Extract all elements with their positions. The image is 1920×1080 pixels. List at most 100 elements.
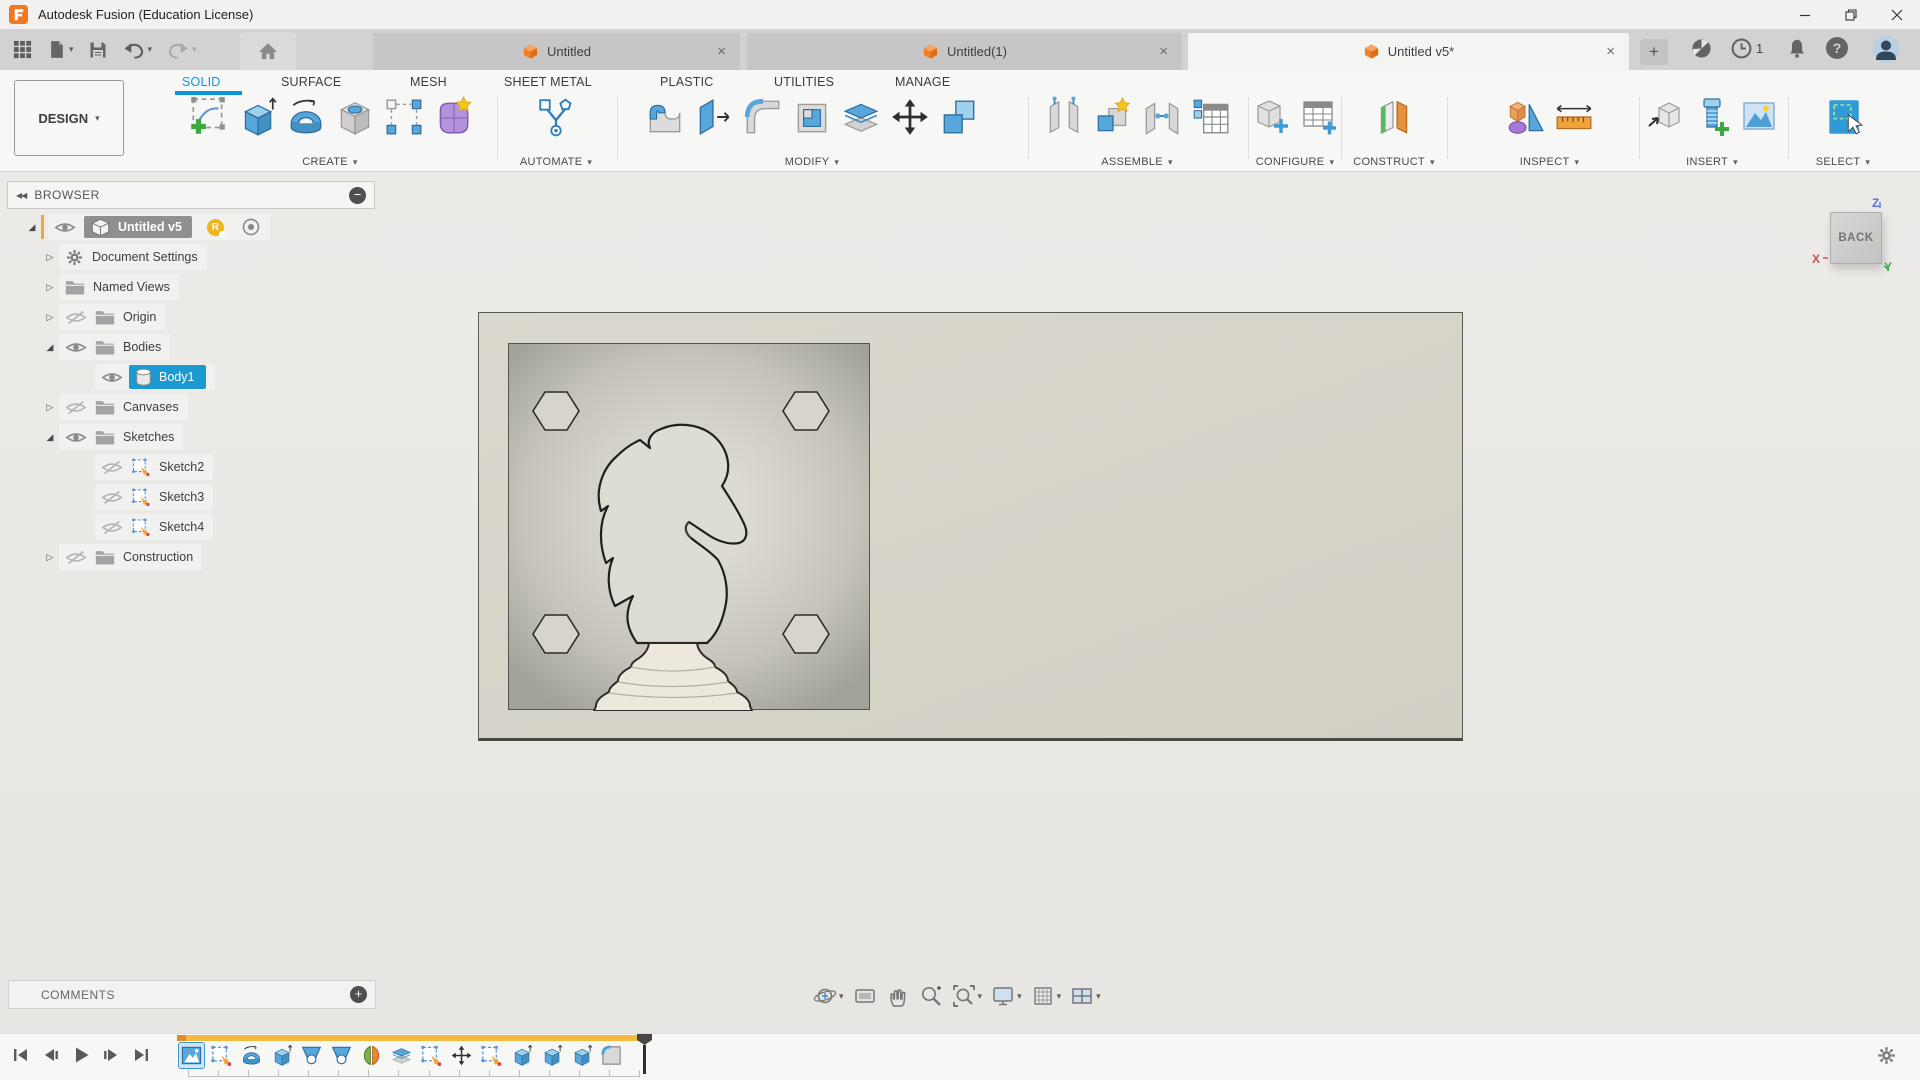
expand-icon[interactable]: ▷ <box>41 402 59 413</box>
create-sketch-button[interactable] <box>186 95 230 139</box>
timeline-feature-mirror[interactable] <box>359 1043 384 1068</box>
inspect-dropdown[interactable]: INSPECT▾ <box>1520 156 1580 168</box>
ribbon-tab-manage[interactable]: MANAGE <box>895 75 950 89</box>
new-component-button[interactable] <box>1091 95 1135 139</box>
timeline-feature-loft[interactable] <box>329 1043 354 1068</box>
insert-dropdown[interactable]: INSERT▾ <box>1686 156 1738 168</box>
view-cube[interactable]: BACK Z X Y <box>1816 196 1916 292</box>
create-form-button[interactable] <box>431 95 475 139</box>
expand-icon[interactable]: ◢ <box>41 342 59 353</box>
visibility-off-eye-icon[interactable] <box>101 520 123 535</box>
tree-row-body1[interactable]: Body1 <box>7 362 375 392</box>
select-dropdown[interactable]: SELECT▾ <box>1816 156 1870 168</box>
display-settings-button[interactable]: ▾ <box>988 982 1025 1010</box>
app-launcher-button[interactable] <box>8 36 37 63</box>
configuration-button[interactable] <box>1251 95 1293 137</box>
zoom-button[interactable] <box>916 982 946 1010</box>
pan-button[interactable] <box>883 982 913 1010</box>
file-menu-button[interactable]: ▾ <box>43 36 78 63</box>
tree-row-canvases[interactable]: ▷ Canvases <box>7 392 375 422</box>
timeline-feature-fillet[interactable] <box>599 1043 624 1068</box>
insert-derive-button[interactable] <box>1644 95 1686 137</box>
expand-icon[interactable]: ▷ <box>41 252 59 263</box>
play-button[interactable] <box>68 1044 94 1066</box>
timeline-settings-gear[interactable] <box>1876 1045 1897 1066</box>
tree-row-bodies[interactable]: ◢ Bodies <box>7 332 375 362</box>
interference-button[interactable] <box>1552 95 1596 139</box>
visibility-eye-icon[interactable] <box>101 370 123 385</box>
comments-panel[interactable]: COMMENTS + <box>8 980 376 1009</box>
document-tab-untitled1[interactable]: Untitled(1) × <box>747 33 1182 70</box>
assemble-dropdown[interactable]: ASSEMBLE▾ <box>1101 156 1173 168</box>
modify-dropdown[interactable]: MODIFY▾ <box>785 156 839 168</box>
pattern-button[interactable] <box>382 95 426 139</box>
shell-button[interactable] <box>790 95 834 139</box>
tree-row-named-views[interactable]: ▷ Named Views <box>7 272 375 302</box>
timeline-feature-extrude[interactable] <box>539 1043 564 1068</box>
tree-row-sketches[interactable]: ◢ Sketches <box>7 422 375 452</box>
measure-button[interactable] <box>1503 95 1547 139</box>
timeline-feature-extrude[interactable] <box>569 1043 594 1068</box>
visibility-off-eye-icon[interactable] <box>65 400 87 415</box>
timeline-feature-extrude[interactable] <box>509 1043 534 1068</box>
ribbon-tab-surface[interactable]: SURFACE <box>281 75 341 89</box>
step-forward-button[interactable] <box>98 1044 124 1066</box>
ribbon-tab-mesh[interactable]: MESH <box>410 75 447 89</box>
ribbon-tab-solid[interactable]: SOLID <box>182 75 221 89</box>
minimize-button[interactable] <box>1782 0 1828 29</box>
look-at-button[interactable] <box>850 982 880 1010</box>
playhead-handle[interactable] <box>637 1034 652 1045</box>
layout-grid-button[interactable]: ▾ <box>1028 982 1065 1010</box>
expand-icon[interactable]: ▷ <box>41 282 59 293</box>
close-tab-icon[interactable]: × <box>1159 43 1168 60</box>
close-tab-icon[interactable]: × <box>1606 43 1615 60</box>
split-body-button[interactable] <box>839 95 883 139</box>
ribbon-tab-plastic[interactable]: PLASTIC <box>660 75 714 89</box>
tree-row-document-settings[interactable]: ▷ Document Settings <box>7 242 375 272</box>
press-pull-button[interactable] <box>643 95 687 139</box>
bom-button[interactable] <box>1189 95 1233 139</box>
collapse-browser-icon[interactable]: ◀◀ <box>16 191 26 200</box>
timeline-feature-move[interactable] <box>449 1043 474 1068</box>
visibility-eye-icon[interactable] <box>65 430 87 445</box>
help-button[interactable]: ? <box>1826 37 1848 59</box>
insert-canvas-button[interactable] <box>1738 95 1780 137</box>
timeline-feature-sketch[interactable] <box>419 1043 444 1068</box>
fillet-button[interactable] <box>741 95 785 139</box>
timeline-feature-split-body[interactable] <box>389 1043 414 1068</box>
tree-row-sketch3[interactable]: Sketch3 <box>7 482 375 512</box>
automate-dropdown[interactable]: AUTOMATE▾ <box>520 156 592 168</box>
tree-row-sketch4[interactable]: Sketch4 <box>7 512 375 542</box>
move-copy-button[interactable] <box>888 95 932 139</box>
redo-button[interactable]: ▾ <box>162 37 201 63</box>
root-document-chip[interactable]: Untitled v5 <box>84 216 192 238</box>
timeline-feature-canvas[interactable] <box>179 1043 204 1068</box>
save-button[interactable] <box>84 37 112 63</box>
new-tab-button[interactable]: + <box>1640 39 1668 65</box>
expand-icon[interactable]: ▷ <box>41 552 59 563</box>
visibility-off-eye-icon[interactable] <box>101 460 123 475</box>
revolve-button[interactable] <box>284 95 328 139</box>
document-tab-untitled[interactable]: Untitled × <box>373 33 740 70</box>
user-avatar[interactable] <box>1872 35 1900 63</box>
visibility-eye-icon[interactable] <box>65 340 87 355</box>
visibility-off-eye-icon[interactable] <box>65 550 87 565</box>
selected-body-chip[interactable]: Body1 <box>129 365 206 389</box>
extensions-button[interactable] <box>1690 37 1713 60</box>
create-dropdown[interactable]: CREATE▾ <box>302 156 357 168</box>
combine-button[interactable] <box>937 95 981 139</box>
model-body1-plate[interactable] <box>478 312 1463 741</box>
close-window-button[interactable] <box>1874 0 1920 29</box>
timeline-feature-revolve[interactable] <box>239 1043 264 1068</box>
expand-icon[interactable]: ◢ <box>23 222 41 233</box>
undo-button[interactable]: ▾ <box>118 37 157 63</box>
ground-target-icon[interactable] <box>241 217 261 237</box>
viewports-button[interactable]: ▾ <box>1067 982 1104 1010</box>
go-to-start-button[interactable] <box>8 1044 34 1066</box>
expand-icon[interactable]: ▷ <box>41 312 59 323</box>
tree-row-origin[interactable]: ▷ Origin <box>7 302 375 332</box>
ribbon-tab-utilities[interactable]: UTILITIES <box>774 75 834 89</box>
timeline-feature-extrude[interactable] <box>269 1043 294 1068</box>
select-button[interactable] <box>1821 95 1865 139</box>
construct-dropdown[interactable]: CONSTRUCT▾ <box>1353 156 1435 168</box>
